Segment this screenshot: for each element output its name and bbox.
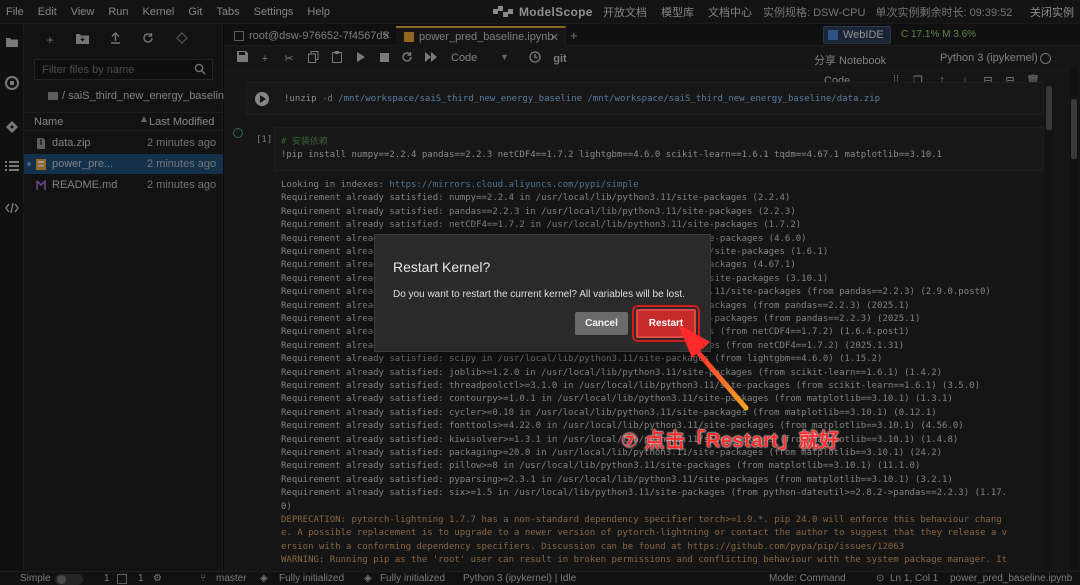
dialog-title: Restart Kernel? bbox=[393, 259, 491, 275]
restart-kernel-dialog: Restart Kernel? Do you want to restart t… bbox=[374, 234, 711, 352]
dialog-message: Do you want to restart the current kerne… bbox=[393, 289, 685, 300]
cancel-button[interactable]: Cancel bbox=[575, 312, 628, 335]
restart-button[interactable]: Restart bbox=[632, 305, 700, 342]
annotation-text: ⑦ 点击「Restart」就好 bbox=[621, 430, 840, 452]
jupyter-window: File Edit View Run Kernel Git Tabs Setti… bbox=[0, 0, 1080, 585]
